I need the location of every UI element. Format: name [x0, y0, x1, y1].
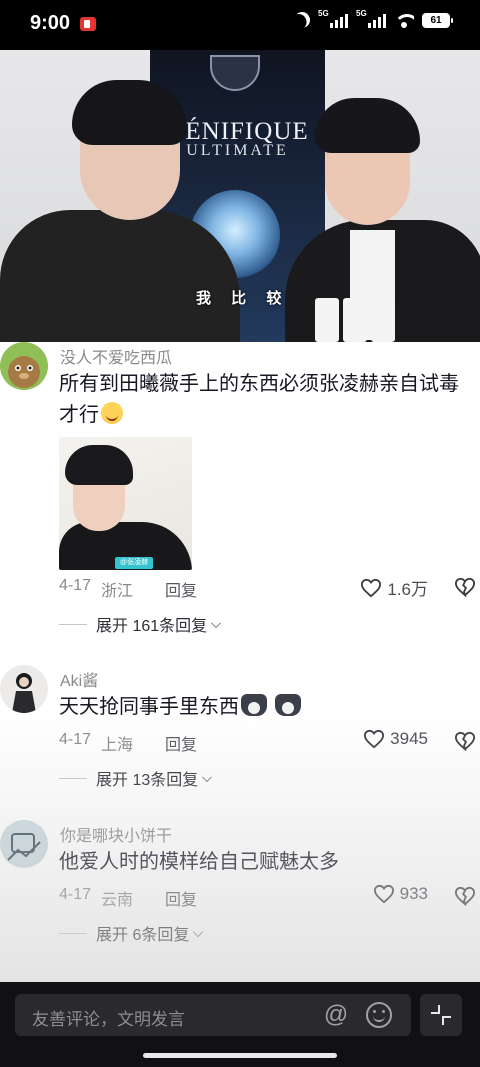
expand-divider — [59, 777, 87, 779]
expand-replies-label: 展开 161条回复 — [96, 618, 208, 635]
avatar[interactable] — [0, 342, 48, 390]
at-icon[interactable]: @ — [323, 1002, 349, 1028]
status-time: 9:00 — [30, 12, 71, 34]
video-caption: 我 比 较 — [196, 290, 290, 307]
like-count: 1.6万 — [387, 580, 428, 599]
expand-divider — [59, 932, 87, 934]
heart-outline-icon — [361, 578, 382, 597]
collapse-icon — [431, 1005, 451, 1025]
comment-date: 4-17 — [59, 731, 92, 748]
comment-location: 上海 — [101, 737, 134, 754]
expand-replies-button[interactable]: 展开 13条回复 — [59, 766, 213, 790]
comment-author[interactable]: Aki酱 — [60, 667, 98, 691]
chevron-down-icon — [211, 617, 222, 628]
expand-replies-label: 展开 6条回复 — [96, 927, 190, 944]
network-type-1: 5G — [318, 9, 329, 18]
product-bottles — [315, 298, 395, 342]
status-bar: 9:00 5G 5G 61 — [0, 0, 480, 50]
screen-record-icon — [80, 17, 96, 31]
broken-heart-icon[interactable] — [454, 577, 476, 597]
comment-author[interactable]: 你是哪块小饼干 — [60, 822, 172, 846]
image-tag: @张凌赫 — [115, 557, 154, 569]
battery-icon: 61 — [422, 12, 453, 28]
reply-button[interactable]: 回复 — [165, 731, 197, 755]
avatar[interactable] — [0, 820, 48, 868]
comments-panel[interactable]: 没人不爱吃西瓜 所有到田曦薇手上的东西必须张凌赫亲自试毒才行 @张凌赫 4-17… — [0, 342, 480, 982]
expand-divider — [59, 623, 87, 625]
comment-date: 4-17 — [59, 577, 92, 594]
comment-text[interactable]: 所有到田曦薇手上的东西必须张凌赫亲自试毒才行 — [59, 369, 469, 431]
like-button[interactable]: 1.6万 — [360, 575, 428, 600]
wifi-icon — [394, 12, 414, 28]
reply-button[interactable]: 回复 — [165, 886, 197, 910]
like-button[interactable]: 3945 — [363, 729, 428, 749]
comment-text[interactable]: 天天抢同事手里东西 — [59, 692, 469, 723]
comment-meta: 4-17 浙江 — [59, 577, 133, 601]
comment-text-content: 天天抢同事手里东西 — [59, 696, 239, 718]
chevron-down-icon — [193, 926, 204, 937]
heart-outline-icon — [364, 729, 385, 749]
comment-meta: 4-17 云南 — [59, 886, 133, 910]
person-left-body — [0, 210, 240, 342]
person-right-hair — [315, 98, 420, 153]
status-indicators: 5G 5G 61 — [291, 9, 453, 31]
comment-date: 4-17 — [59, 886, 92, 903]
collapse-button[interactable] — [420, 994, 462, 1036]
do-not-disturb-icon — [291, 9, 313, 31]
broken-heart-icon[interactable] — [454, 731, 476, 751]
home-indicator[interactable] — [143, 1053, 337, 1058]
comment-image[interactable]: @张凌赫 — [59, 437, 192, 570]
reply-button[interactable]: 回复 — [165, 577, 197, 601]
emoji-icon[interactable] — [366, 1002, 392, 1028]
expand-replies-label: 展开 13条回复 — [96, 772, 199, 789]
network-type-2: 5G — [356, 9, 367, 18]
expand-replies-button[interactable]: 展开 161条回复 — [59, 612, 222, 636]
comment-input-bar: 友善评论，文明发言 @ — [0, 982, 480, 1067]
avatar[interactable] — [0, 665, 48, 713]
expand-replies-button[interactable]: 展开 6条回复 — [59, 921, 204, 945]
heart-outline-icon — [373, 884, 394, 904]
smile-emoji-icon — [101, 402, 123, 424]
husky-emoji-icon — [274, 694, 301, 716]
comment-location: 云南 — [101, 892, 134, 909]
comment-text[interactable]: 他爱人时的模样给自己赋魅太多 — [59, 847, 469, 878]
comment-input[interactable]: 友善评论，文明发言 @ — [15, 994, 411, 1036]
comment-author[interactable]: 没人不爱吃西瓜 — [60, 344, 172, 368]
chevron-down-icon — [202, 771, 213, 782]
comment-meta: 4-17 上海 — [59, 731, 133, 755]
signal-icon-1: 5G — [318, 9, 348, 28]
brand-logo-icon — [210, 55, 260, 91]
broken-heart-icon[interactable] — [454, 886, 476, 906]
like-count: 3945 — [390, 729, 428, 748]
video-player[interactable]: GÉNIFIQUE ULTIMATE 我 比 较 — [0, 50, 480, 342]
comment-input-placeholder: 友善评论，文明发言 — [32, 1010, 185, 1029]
husky-emoji-icon — [241, 694, 267, 716]
comment-location: 浙江 — [101, 583, 134, 600]
like-count: 933 — [399, 884, 428, 903]
signal-icon-2: 5G — [356, 9, 386, 28]
like-button[interactable]: 933 — [373, 884, 428, 904]
